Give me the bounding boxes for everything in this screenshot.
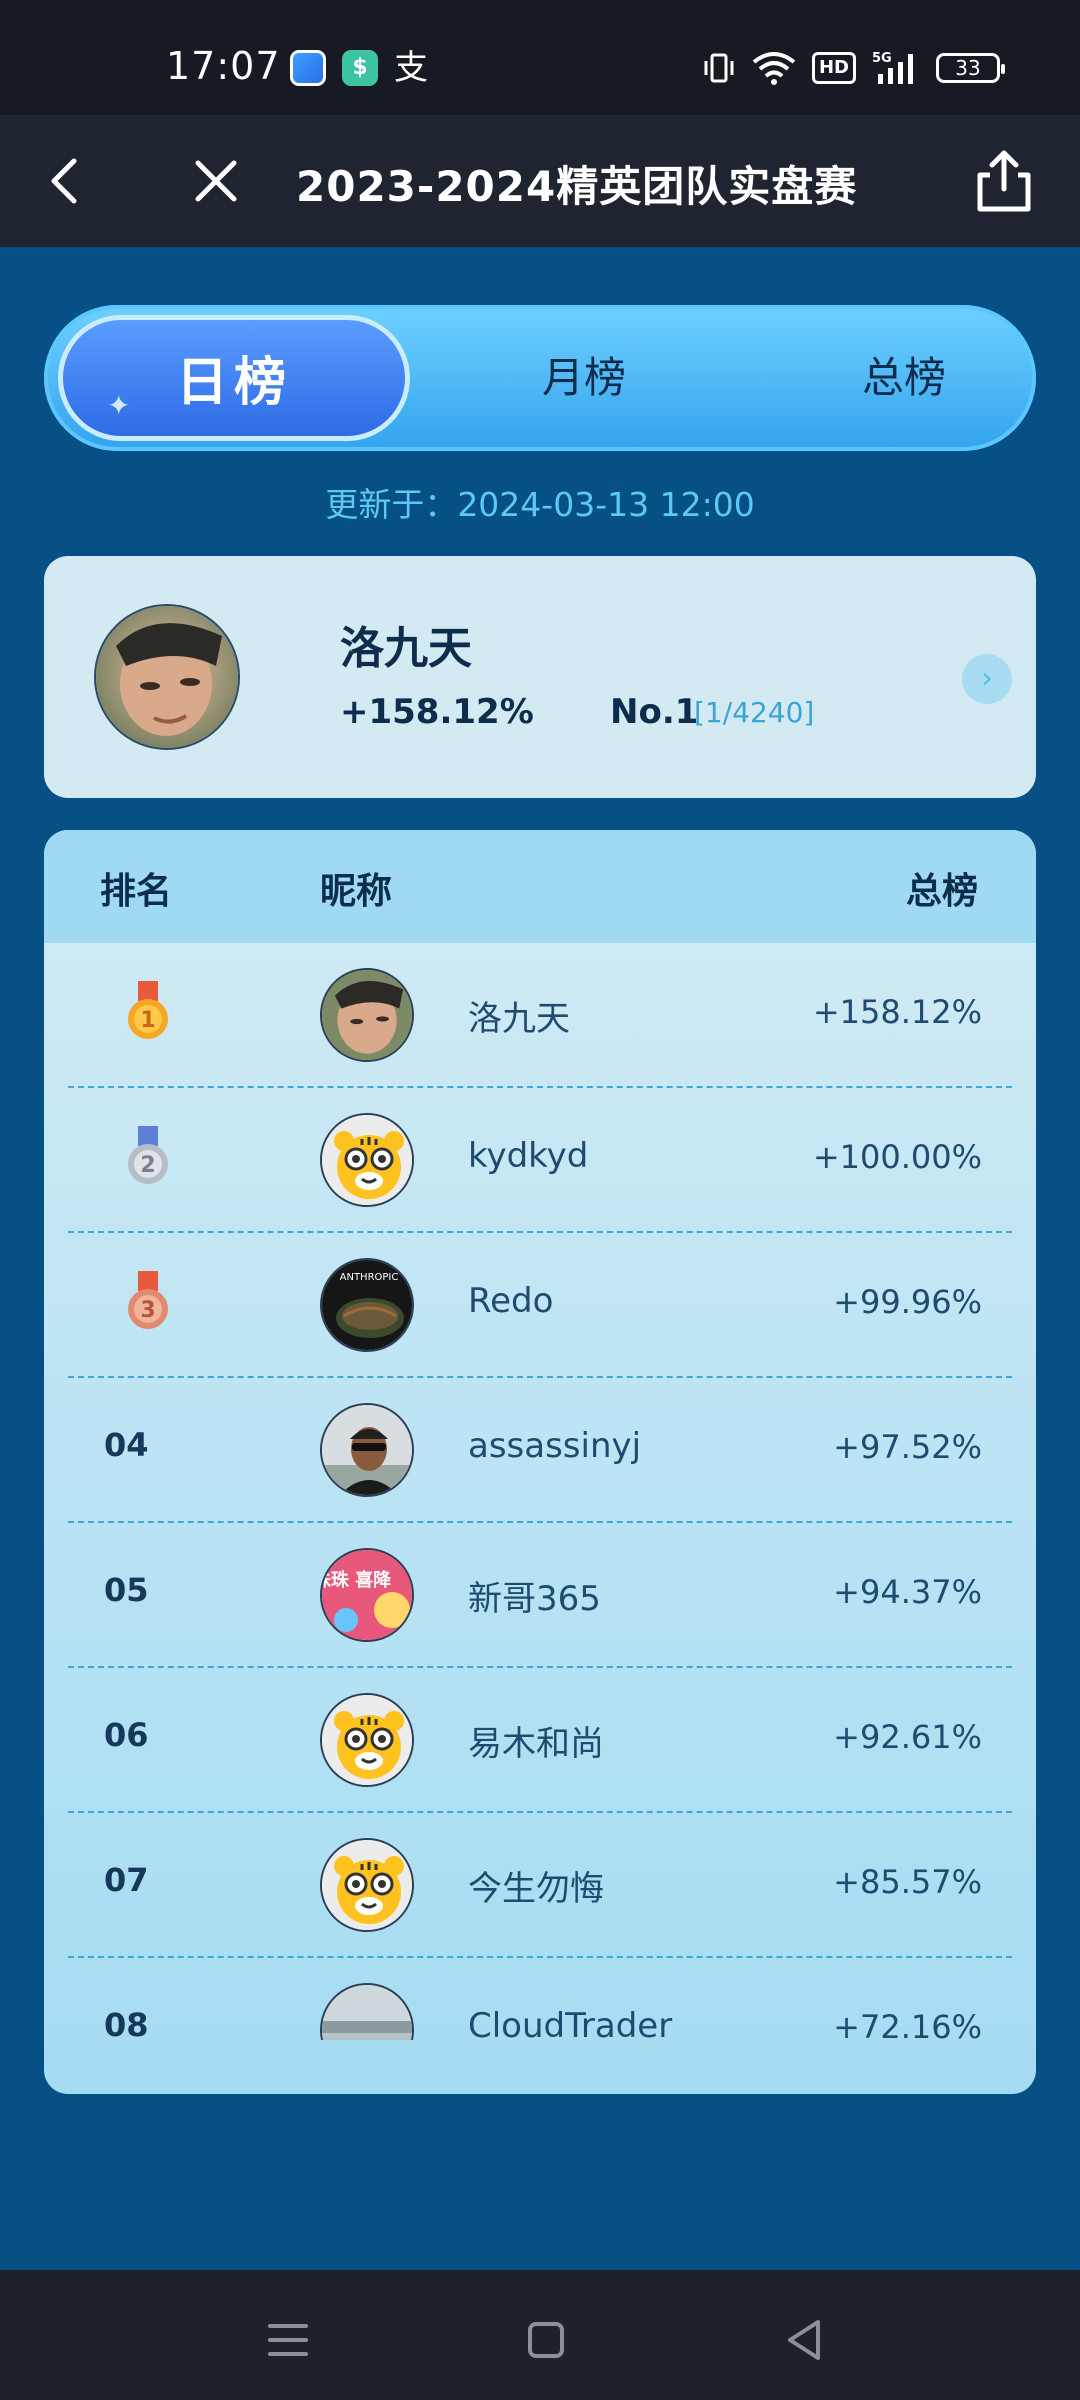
row-return: +99.96% [833,1283,982,1321]
my-return: +158.12% [340,692,534,732]
vibrate-icon [704,53,734,83]
table-row[interactable]: 2 kydkyd +100.00% [68,1088,1012,1233]
header-nickname: 昵称 [320,871,393,912]
row-return: +72.16% [833,2008,982,2040]
table-row[interactable]: 05 珠珠 喜降 新哥365 +94.37% [68,1523,1012,1668]
avatar-text: ANTHROPIC [340,1272,399,1283]
table-row[interactable]: 07 今生勿悔 +85.57% [68,1813,1012,1958]
row-nickname: kydkyd [468,1136,589,1176]
row-rank: 04 [104,1426,149,1464]
row-nickname: 今生勿悔 [468,1869,604,1909]
tab-daily[interactable]: ✦ 日榜 [58,315,410,441]
tiger-avatar [320,1693,414,1787]
bronze-medal-icon: 3 [128,1271,168,1329]
header-total: 总榜 [905,871,978,912]
svg-text:5G: 5G [872,51,892,66]
medal-rank: 2 [140,1153,155,1178]
header-rank: 排名 [100,871,173,912]
app-green-icon: $ [342,50,378,86]
table-rows: 1 洛九天 +158.12% 2 kydkyd +100.00% 3 ANTHR… [44,943,1036,2040]
hd-badge: HD [811,52,856,84]
pink-avatar: 珠珠 喜降 [320,1548,414,1642]
silver-medal-icon: 2 [128,1126,168,1184]
app-blue-icon [290,50,326,86]
battery-icon: 33 [936,53,1005,83]
sparkle-icon: ✦ [107,389,137,422]
update-time: 更新于：2024-03-13 12:00 [325,485,755,524]
my-avatar [94,604,240,750]
my-rank-total: [1/4240] [694,696,815,729]
close-icon[interactable] [186,151,246,211]
my-ranking-card[interactable]: 洛九天 +158.12% No.1 [1/4240] › [44,556,1036,798]
tiger-avatar [320,1838,414,1932]
table-row[interactable]: 1 洛九天 +158.12% [68,943,1012,1088]
row-nickname: 洛九天 [468,999,570,1039]
system-nav-bar [0,2270,1080,2400]
avatar-text: 珠珠 喜降 [322,1569,392,1591]
tiger-avatar [320,1113,414,1207]
row-rank: 08 [104,2006,149,2040]
row-return: +97.52% [833,1428,982,1466]
row-nickname: CloudTrader [468,2006,673,2040]
medal-rank: 3 [140,1298,155,1323]
avatar [320,968,414,1062]
gold-medal-icon: 1 [128,981,168,1039]
app-header: 2023-2024精英团队实盘赛 [0,115,1080,247]
table-row[interactable]: 08 CloudTrader +72.16% [68,1958,1012,2040]
back-triangle-icon[interactable] [774,2310,834,2370]
row-nickname: 易木和尚 [468,1724,604,1764]
row-nickname: assassinyj [468,1426,642,1466]
table-row[interactable]: 3 ANTHROPIC Redo +99.96% [68,1233,1012,1378]
anthropic-avatar: ANTHROPIC [320,1258,414,1352]
wifi-icon [752,52,796,85]
status-bar: 17:07 $ 支 HD 5G 33 [0,0,1080,115]
table-row[interactable]: 06 易木和尚 +92.61% [68,1668,1012,1813]
share-icon[interactable] [968,145,1040,217]
my-name: 洛九天 [340,623,472,674]
system-icons: HD 5G 33 [702,48,1005,88]
row-return: +92.61% [833,1718,982,1756]
menu-icon[interactable] [258,2310,318,2370]
tab-overall[interactable]: 总榜 [764,305,1044,451]
tab-monthly[interactable]: 月榜 [444,305,724,451]
row-return: +85.57% [833,1863,982,1901]
table-header: 排名 昵称 总榜 [44,830,1036,943]
tab-daily-label: 日榜 [175,353,292,413]
row-nickname: 新哥365 [468,1579,601,1619]
medal-rank: 1 [140,1008,155,1033]
table-row[interactable]: 04 assassinyj +97.52% [68,1378,1012,1523]
row-return: +94.37% [833,1573,982,1611]
chevron-right-icon[interactable]: › [962,654,1012,704]
alipay-icon: 支 [394,48,428,88]
my-rank: No.1 [610,692,699,732]
back-icon[interactable] [36,151,96,211]
status-time: 17:07 [166,44,281,88]
page-title: 2023-2024精英团队实盘赛 [296,162,858,211]
signal-icon: 5G [872,51,913,84]
row-rank: 07 [104,1861,149,1899]
row-rank: 05 [104,1571,149,1609]
ranking-table: 排名 昵称 总榜 1 洛九天 +158.12% 2 kydkyd +100.00… [44,830,1036,2094]
home-icon[interactable] [516,2310,576,2370]
sky-avatar [320,1983,414,2040]
person-avatar [320,1403,414,1497]
row-rank: 06 [104,1716,149,1754]
ranking-tabs: ✦ 日榜 月榜 总榜 [44,305,1036,451]
row-return: +158.12% [812,993,982,1031]
row-nickname: Redo [468,1281,554,1321]
row-return: +100.00% [812,1138,982,1176]
